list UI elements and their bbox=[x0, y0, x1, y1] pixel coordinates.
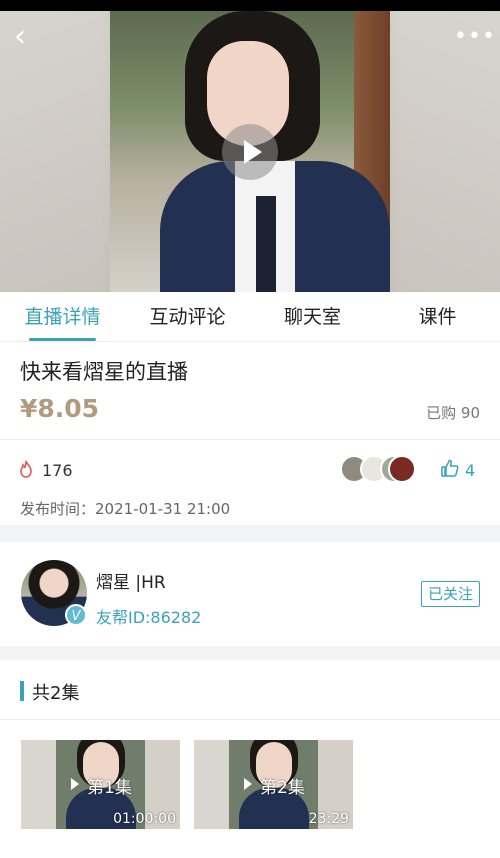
presenter-tie bbox=[256, 196, 276, 292]
back-arrow-icon[interactable]: ‹ bbox=[14, 22, 42, 53]
price: ¥8.05 bbox=[20, 394, 100, 423]
episode-duration: 01:00:00 bbox=[113, 811, 176, 827]
divider bbox=[0, 719, 500, 720]
thumbs-up-icon[interactable] bbox=[440, 458, 462, 480]
more-dots-icon[interactable]: ••• bbox=[454, 25, 495, 53]
fire-icon bbox=[18, 460, 36, 480]
episodes-card: 共2集 第1集 01:00:00 第2集 23:29 bbox=[0, 660, 500, 858]
heat-count: 176 bbox=[42, 461, 73, 480]
episode-label: 第2集 bbox=[260, 778, 305, 798]
episodes-title: 共2集 bbox=[32, 683, 80, 704]
divider bbox=[0, 439, 500, 440]
tab-bar: 直播详情 互动评论 聊天室 课件 bbox=[0, 292, 500, 342]
status-bar bbox=[0, 0, 500, 11]
live-detail-card: 快来看熠星的直播 ¥8.05 已购 90 176 4 发布时间：2021-01-… bbox=[0, 342, 500, 525]
host-name: 熠星 |HR bbox=[96, 573, 166, 593]
verified-badge-icon: V bbox=[65, 604, 87, 626]
like-count: 4 bbox=[465, 461, 476, 480]
follow-button[interactable]: 已关注 bbox=[420, 581, 480, 607]
blur-right bbox=[390, 11, 500, 292]
tab-courseware[interactable]: 课件 bbox=[375, 292, 500, 341]
section-accent-bar bbox=[20, 681, 24, 701]
viewer-avatars[interactable] bbox=[340, 455, 420, 485]
host-id: 友帮ID:86282 bbox=[96, 608, 202, 627]
tab-chatroom[interactable]: 聊天室 bbox=[250, 292, 375, 341]
avatar bbox=[388, 455, 416, 483]
tab-live-details[interactable]: 直播详情 bbox=[0, 292, 125, 341]
episode-item[interactable]: 第2集 23:29 bbox=[194, 740, 353, 829]
live-title: 快来看熠星的直播 bbox=[20, 360, 188, 384]
episode-item[interactable]: 第1集 01:00:00 bbox=[21, 740, 180, 829]
sold-count: 已购 90 bbox=[426, 404, 480, 422]
video-player[interactable]: ‹ ••• bbox=[0, 11, 500, 292]
host-card: V 熠星 |HR 友帮ID:86282 已关注 bbox=[0, 542, 500, 646]
episode-label: 第1集 bbox=[87, 778, 132, 798]
play-icon bbox=[71, 778, 79, 790]
play-icon[interactable] bbox=[222, 124, 278, 180]
tab-comments[interactable]: 互动评论 bbox=[125, 292, 250, 341]
publish-time: 发布时间：2021-01-31 21:00 bbox=[20, 500, 231, 518]
episode-duration: 23:29 bbox=[308, 811, 349, 827]
play-icon bbox=[244, 778, 252, 790]
